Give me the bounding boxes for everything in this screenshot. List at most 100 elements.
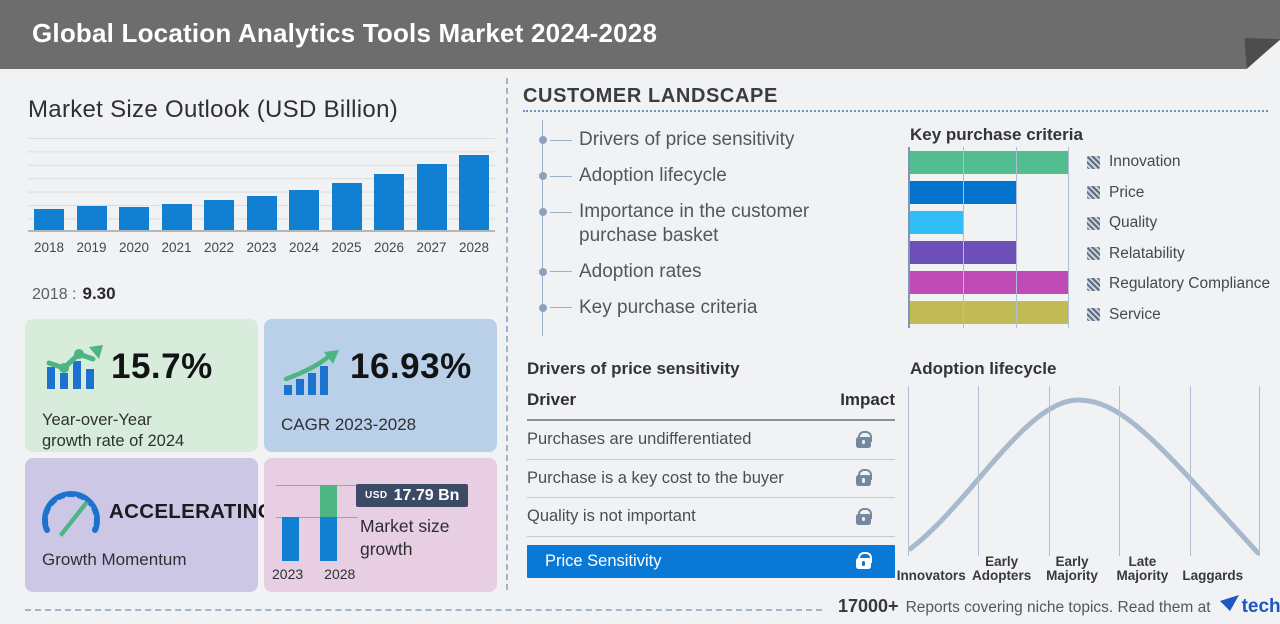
cagr-value: 16.93% <box>350 347 472 386</box>
lifecycle-gridline <box>1119 386 1121 556</box>
criteria-gridline <box>1068 147 1069 328</box>
legend-label: Regulatory Compliance <box>1109 275 1271 292</box>
driver-row: Purchase is a key cost to the buyer <box>527 460 895 498</box>
page-title: Global Location Analytics Tools Market 2… <box>32 18 658 48</box>
lifecycle-stage-label: Early Majority <box>1046 553 1098 584</box>
price-sensitivity-label: Price Sensitivity <box>545 551 662 570</box>
legend-item: Service <box>1087 304 1270 326</box>
legend-item: Quality <box>1087 212 1270 234</box>
x-axis-label: 2018 <box>33 240 65 255</box>
market-bar <box>204 199 234 230</box>
bar-trend-icon <box>46 345 103 389</box>
growth-label: Market size growth <box>360 515 449 561</box>
technavio-logo[interactable]: technavio™ <box>1219 595 1280 618</box>
legend-label: Innovation <box>1109 153 1181 170</box>
x-axis-label: 2023 <box>246 240 277 255</box>
lifecycle-stage-label: Early Adopters <box>971 553 1032 584</box>
brand-tech: tech <box>1241 596 1280 617</box>
drivers-rows: Purchases are undifferentiated Purchase i… <box>527 421 895 537</box>
note-value: 9.30 <box>82 284 116 303</box>
criteria-bar <box>910 301 1069 325</box>
impact-cell <box>831 507 895 525</box>
mini-year-2028: 2028 <box>324 566 356 582</box>
section-divider <box>506 78 508 590</box>
bar-slot <box>455 138 493 230</box>
criteria-legend: Innovation Price Quality Relatability Regula… <box>1087 151 1270 326</box>
mini-gridline <box>276 485 358 486</box>
lifecycle-chart <box>908 386 1260 556</box>
cagr-card: 16.93% CAGR 2023-2028 <box>264 319 497 452</box>
criteria-bar <box>910 150 1069 174</box>
mini-bar-2028-growth <box>320 485 337 517</box>
legend-item: Innovation <box>1087 151 1270 173</box>
lock-icon <box>855 552 873 569</box>
landscape-item: Drivers of price sensitivity <box>538 128 882 151</box>
customer-landscape-list: Drivers of price sensitivity Adoption lif… <box>538 120 882 337</box>
landscape-item: Adoption lifecycle <box>538 164 882 187</box>
report-count: 17000+ <box>838 596 899 616</box>
lifecycle-labels: Innovators Early Adopters Early Majority Late… <box>896 548 1272 584</box>
footer-text: Reports covering niche topics. Read them… <box>905 599 1211 616</box>
bar-slot <box>243 138 281 230</box>
growth-label-line1: Market size <box>360 516 450 536</box>
bar-slot <box>370 138 408 230</box>
bar-slot <box>200 138 238 230</box>
legend-swatch-icon <box>1087 308 1100 321</box>
header-bar: Global Location Analytics Tools Market 2… <box>0 0 1280 69</box>
market-bar <box>76 205 107 230</box>
legend-label: Relatability <box>1109 244 1185 262</box>
yoy-growth-card: 15.7% Year-over-Year growth rate of 2024 <box>25 319 258 452</box>
cagr-label: CAGR 2023-2028 <box>281 415 417 434</box>
driver-row: Quality is not important <box>527 498 895 537</box>
landscape-item: Key purchase criteria <box>538 296 882 319</box>
market-bar <box>119 206 149 230</box>
legend-item: Relatability <box>1087 243 1270 265</box>
lock-icon <box>855 507 873 525</box>
x-axis-label: 2028 <box>458 240 490 255</box>
mini-bar-2023 <box>282 517 299 561</box>
market-growth-badge: USD 17.79 Bn <box>356 484 469 507</box>
market-note: 2018 : 9.30 <box>32 284 116 304</box>
legend-label: Quality <box>1109 214 1158 231</box>
drivers-table-header: Driver Impact <box>527 390 895 421</box>
lifecycle-stage-label: Late Majority <box>1116 553 1169 584</box>
legend-swatch-icon <box>1087 216 1100 230</box>
market-bar <box>459 154 489 230</box>
driver-label: Purchases are undifferentiated <box>527 430 752 449</box>
growth-mini-chart <box>276 480 358 564</box>
legend-swatch-icon <box>1087 155 1100 169</box>
badge-currency: USD <box>365 490 388 501</box>
x-axis-label: 2026 <box>373 240 405 255</box>
infographic-page: Global Location Analytics Tools Market 2… <box>0 0 1280 624</box>
mini-year-2023: 2023 <box>272 566 304 582</box>
criteria-chart <box>908 147 1069 328</box>
growth-label-line2: growth <box>360 538 413 559</box>
drivers-title: Drivers of price sensitivity <box>527 359 740 378</box>
market-size-chart <box>28 138 495 232</box>
price-sensitivity-row: Price Sensitivity <box>527 544 895 578</box>
market-size-growth-card: 2023 2028 USD 17.79 Bn Market size growt… <box>264 458 497 592</box>
legend-item: Regulatory Compliance <box>1087 273 1270 295</box>
x-axis-label: 2020 <box>118 240 150 255</box>
key-purchase-criteria-title: Key purchase criteria <box>910 125 1083 144</box>
column-driver: Driver <box>527 390 577 409</box>
lock-icon <box>855 469 873 487</box>
lifecycle-gridline <box>1048 386 1050 556</box>
lifecycle-stage-label: Innovators <box>896 568 966 584</box>
market-bar <box>246 195 277 230</box>
lifecycle-gridline <box>1259 386 1260 556</box>
x-axis-label: 2021 <box>161 240 192 255</box>
momentum-label: Growth Momentum <box>42 550 187 569</box>
lifecycle-gridline <box>1189 386 1191 556</box>
market-bar <box>416 164 447 230</box>
yoy-label-line1: Year-over-Year <box>42 411 152 429</box>
market-bar <box>374 174 404 230</box>
bar-slot <box>285 138 323 230</box>
badge-amount: 17.79 Bn <box>393 486 460 504</box>
yoy-label-line2: growth rate of 2024 <box>42 432 185 451</box>
speedometer-icon <box>42 491 100 537</box>
note-year: 2018 : <box>32 286 77 303</box>
bell-curve <box>908 397 1260 556</box>
market-chart-xlabels: 2018 2019 2020 2021 2022 2023 2024 2025 2026 2027… <box>28 240 495 255</box>
yoy-label: Year-over-Year growth rate of 2024 <box>42 410 184 452</box>
